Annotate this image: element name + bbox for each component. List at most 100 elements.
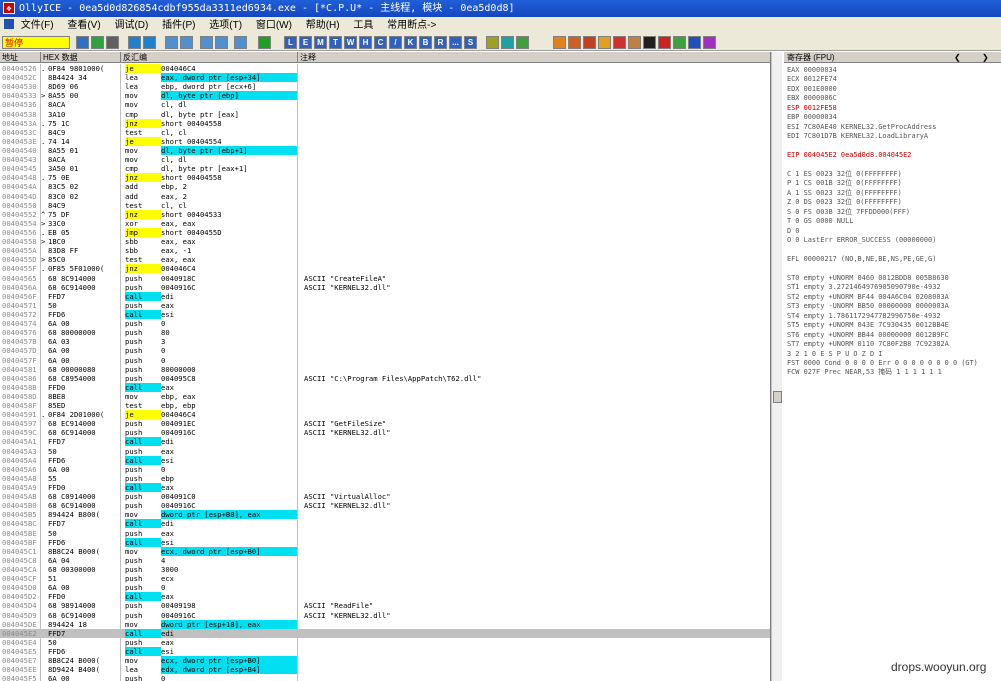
plugin-icon-3[interactable] — [583, 36, 596, 49]
disasm-row[interactable]: 004045CA 68 00300000 push 3000 — [0, 565, 770, 574]
registers-pane[interactable]: 寄存器 (FPU) ❮ ❯ EAX 00000034 ECX 0012FE74 ED… — [784, 52, 1001, 681]
plugin-icon-9[interactable] — [673, 36, 686, 49]
register-line[interactable]: O 0 LastErr ERROR_SUCCESS (00000000) — [787, 236, 936, 245]
disasm-row[interactable]: 004045EE 8D9424 B400(lea edx, dword ptr [e… — [0, 665, 770, 675]
disasm-row[interactable]: 004045D4 68 98914000 push 00409198 ASCII "Re… — [0, 601, 770, 610]
modules-window-button[interactable]: E — [299, 36, 312, 49]
register-line[interactable]: ST2 empty +UNORM BF44 004A6C04 0208003A — [787, 293, 949, 302]
disasm-row[interactable]: 004045A1 FFD7 call edi — [0, 437, 770, 447]
help-icon[interactable] — [516, 36, 529, 49]
register-line[interactable]: ESI 7C80AE40 KERNEL32.GetProcAddress — [787, 123, 936, 132]
disassembly-pane[interactable]: 地址 HEX 数据 反汇编 注释 00404526. 0F84 9801000(j… — [0, 52, 771, 681]
plugin-icon-10[interactable] — [688, 36, 701, 49]
plugin-icon-2[interactable] — [568, 36, 581, 49]
disasm-row[interactable]: 00404586 68 C8954000 push 004095C8 ASCII "C:… — [0, 374, 770, 383]
column-header-address[interactable]: 地址 — [0, 52, 41, 63]
register-line[interactable]: ST5 empty +UNORM 043E 7C930435 0012BB4E — [787, 321, 949, 330]
run-trace-window-button[interactable]: ... — [449, 36, 462, 49]
handles-window-button[interactable]: H — [359, 36, 372, 49]
disasm-row[interactable]: 0040454D 83C0 02 add eax, 2 — [0, 192, 770, 201]
menu-options[interactable]: 选项(T) — [209, 17, 242, 34]
menu-tools[interactable]: 工具 — [353, 17, 373, 34]
arrow-right-icon[interactable]: ❯ — [982, 52, 989, 63]
disasm-row[interactable]: 00404530 8D69 06 lea ebp, dword ptr [ecx+6] — [0, 82, 770, 91]
goto-icon[interactable] — [258, 36, 271, 49]
menu-window[interactable]: 窗口(W) — [256, 17, 292, 34]
pause-icon[interactable] — [143, 36, 156, 49]
register-line[interactable]: EFL 00000217 (NO,B,NE,BE,NS,PE,GE,G) — [787, 255, 936, 264]
disasm-row[interactable]: 004045C1 8B8C24 B000(mov ecx, dword ptr [e… — [0, 546, 770, 556]
disasm-row[interactable]: 0040456A 68 6C914000 push 0040916C ASCII "KE… — [0, 283, 770, 292]
scrollbar-thumb[interactable] — [773, 391, 782, 403]
disasm-row[interactable]: 00404543 8ACA mov cl, dl — [0, 155, 770, 164]
disasm-row[interactable]: 00404526. 0F84 9801000(je 004046C4 — [0, 64, 770, 73]
disasm-row[interactable]: 004045F5 6A 00 push 0 — [0, 674, 770, 681]
windows-window-button[interactable]: W — [344, 36, 357, 49]
disassembly-scrollbar[interactable] — [771, 52, 782, 681]
disasm-row[interactable]: 00404581 68 00000080 push 80000000 — [0, 365, 770, 374]
disasm-row[interactable]: 00404571 50 push eax — [0, 301, 770, 310]
disasm-row[interactable]: 004045B5 894424 B800(mov dword ptr [esp+B8… — [0, 510, 770, 520]
disasm-row[interactable]: 004045E7 8B8C24 B000(mov ecx, dword ptr [e… — [0, 656, 770, 666]
step-over-icon[interactable] — [180, 36, 193, 49]
references-window-button[interactable]: R — [434, 36, 447, 49]
register-line[interactable]: FST 0000 Cond 0 0 0 0 Err 0 0 0 0 0 0 0 … — [787, 359, 978, 368]
menu-debug[interactable]: 调试(D) — [114, 17, 148, 34]
register-line[interactable]: ESP 0012FE58 — [787, 104, 837, 113]
column-header-hex[interactable]: HEX 数据 — [41, 52, 121, 63]
register-line[interactable]: FCW 027F Prec NEAR,53 掩码 1 1 1 1 1 1 — [787, 368, 942, 377]
disasm-row[interactable]: 004045E5 FFD6 call esi — [0, 647, 770, 656]
source-window-button[interactable]: S — [464, 36, 477, 49]
disasm-row[interactable]: 004045D0 6A 00 push 0 — [0, 583, 770, 592]
appearance-icon[interactable] — [501, 36, 514, 49]
rewind-icon[interactable] — [91, 36, 104, 49]
disasm-row[interactable]: 00404576 68 80000000 push 80 — [0, 328, 770, 337]
disasm-row[interactable]: 0040457B 6A 03 push 3 — [0, 337, 770, 346]
column-header-disassembly[interactable]: 反汇编 — [121, 52, 298, 63]
breakpoints-window-button[interactable]: B — [419, 36, 432, 49]
register-line[interactable]: EDX 001E0000 — [787, 85, 837, 94]
log-window-button[interactable]: L — [284, 36, 297, 49]
plugin-icon-4[interactable] — [598, 36, 611, 49]
disasm-row[interactable]: 00404552 ^ 75 DF jnz short 00404533 — [0, 209, 770, 219]
register-line[interactable]: EBX 0000006C — [787, 94, 837, 103]
disasm-row[interactable]: 00404550 84C9 test cl, cl — [0, 201, 770, 210]
register-line[interactable]: ST4 empty 1.7861172947782996750e-4932 — [787, 312, 941, 321]
system-menu-icon[interactable] — [4, 19, 14, 29]
disasm-row[interactable]: 004045DE 894424 18 mov dword ptr [esp+18], … — [0, 619, 770, 629]
menu-help[interactable]: 帮助(H) — [306, 17, 340, 34]
plugin-icon-8[interactable] — [658, 36, 671, 49]
disasm-row[interactable]: 004045B0 68 6C914000 push 0040916C ASCII "KE… — [0, 501, 770, 510]
patches-window-button[interactable]: / — [389, 36, 402, 49]
disasm-row[interactable]: 0040459C 68 6C914000 push 0040916C ASCII "KE… — [0, 428, 770, 437]
disasm-row[interactable]: 00404540 8A55 01 mov dl, byte ptr [ebp+1] — [0, 145, 770, 155]
memory-window-button[interactable]: M — [314, 36, 327, 49]
open-icon[interactable] — [76, 36, 89, 49]
disasm-row[interactable]: 0040457F 6A 00 push 0 — [0, 356, 770, 365]
disasm-row[interactable]: 004045BC FFD7 call edi — [0, 519, 770, 529]
plugin-icon-1[interactable] — [553, 36, 566, 49]
disasm-row[interactable]: 004045A9 FFD0 call eax — [0, 483, 770, 493]
disasm-row[interactable]: 004045BF FFD6 call esi — [0, 537, 770, 547]
register-line[interactable]: ST7 empty +UNORM 0110 7C80F2B8 7C92382A — [787, 340, 949, 349]
step-into-icon[interactable] — [165, 36, 178, 49]
register-line[interactable]: D 0 — [787, 227, 799, 236]
disasm-row[interactable]: 00404591. 0F84 2D01000(je 004046C4 — [0, 410, 770, 420]
call-stack-window-button[interactable]: K — [404, 36, 417, 49]
disasm-row[interactable]: 00404536 8ACA mov cl, dl — [0, 100, 770, 109]
disasm-row[interactable]: 004045A6 6A 00 push 0 — [0, 465, 770, 474]
trace-over-icon[interactable] — [215, 36, 228, 49]
disasm-row[interactable]: 0040454A 83C5 02 add ebp, 2 — [0, 182, 770, 191]
menu-breakpoints[interactable]: 常用断点-> — [387, 17, 436, 34]
register-line[interactable]: ST6 empty +UNORM BB44 00000000 0012B9FC — [787, 331, 949, 340]
register-line[interactable]: EDI 7C801D7B KERNEL32.LoadLibraryA — [787, 132, 928, 141]
disasm-row[interactable]: 004045A3 50 push eax — [0, 447, 770, 456]
register-line[interactable]: EAX 00000034 — [787, 66, 837, 75]
disasm-row[interactable]: 00404574 6A 00 push 0 — [0, 319, 770, 328]
menu-file[interactable]: 文件(F) — [21, 17, 54, 34]
disasm-row[interactable]: 0040455D >85C0 test eax, eax — [0, 255, 770, 264]
cpu-window-button[interactable]: C — [374, 36, 387, 49]
disasm-row[interactable]: 0040453E. 74 14 je short 00404554 — [0, 136, 770, 146]
register-line[interactable]: EIP 004045E2 0ea5d0d8.004045E2 — [787, 151, 911, 160]
register-line[interactable]: ST0 empty +UNORM 0460 0012BDD8 005B8630 — [787, 274, 949, 283]
